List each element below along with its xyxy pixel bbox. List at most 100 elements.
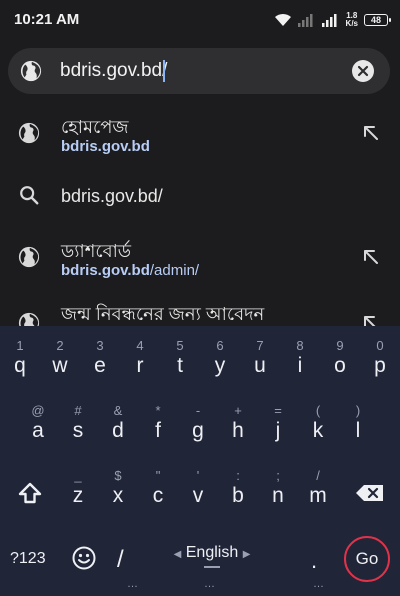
globe-icon [18,312,40,326]
key-more-dots: … [127,578,139,590]
emoji-icon[interactable] [72,546,96,570]
suggestion-url: bdris.gov.bd [61,138,150,155]
key-hint: 5 [176,338,184,353]
key-n[interactable]: ; n [258,461,298,519]
fill-arrow-icon[interactable] [362,124,380,142]
go-label: Go [355,549,379,568]
key-more-dots: … [204,578,216,590]
signal-icon [297,14,313,27]
key-f[interactable]: * f [138,396,178,454]
space-key[interactable]: ◀ English ▶ [162,534,262,580]
key-label: r [136,354,144,377]
battery-level: 48 [370,15,381,25]
key-b[interactable]: :b [218,461,258,519]
key-label: b [232,484,244,507]
symbols-key[interactable]: ?123 [10,550,46,568]
text-cursor [163,60,165,82]
key-t[interactable]: 5t [160,331,200,389]
key-c[interactable]: " c [138,461,178,519]
key-hint: @ [31,403,45,418]
suggestion-item-homepage[interactable]: হোমপেজ bdris.gov.bd [0,104,400,164]
shift-key[interactable] [10,461,50,519]
suggestion-item-birth-registration[interactable]: জন্ম নিবন্ধনের জন্য আবেদন [0,294,400,326]
key-w[interactable]: 2w [40,331,80,389]
key-i[interactable]: 8i [280,331,320,389]
key-g[interactable]: -g [178,396,218,454]
key-label: n [272,484,284,507]
address-bar[interactable] [8,48,390,94]
key-m[interactable]: / m [298,461,338,519]
key-label: s [72,419,84,442]
suggestion-item-search[interactable]: bdris.gov.bd/ [0,166,400,226]
key-z[interactable]: _ z [58,461,98,519]
key-label: f [155,419,161,442]
key-l[interactable]: ) l [338,396,378,454]
key-k[interactable]: (k [298,396,338,454]
suggestion-url-domain: bdris.gov.bd [61,138,150,155]
key-hint: = [274,403,282,418]
key-label: x [112,484,124,507]
network-speed: 1.8 K/s [346,12,358,28]
key-p[interactable]: 0p [360,331,400,389]
suggestion-title: bdris.gov.bd/ [61,186,163,206]
go-button[interactable]: Go [344,536,390,582]
key-r[interactable]: 4r [120,331,160,389]
key-hint: 1 [16,338,24,353]
key-hint: ( [315,403,321,418]
period-key[interactable]: . [311,548,317,574]
key-hint: ) [355,403,361,418]
key-hint: & [113,403,123,418]
key-y[interactable]: 6y [200,331,240,389]
key-hint: / [316,468,320,483]
battery-icon: 48 [364,14,391,26]
key-label: p [374,354,386,377]
key-e[interactable]: 3e [80,331,120,389]
key-v[interactable]: ' v [178,461,218,519]
key-hint: $ [114,468,122,483]
key-label: c [152,484,164,507]
key-u[interactable]: 7u [240,331,280,389]
key-hint: 9 [336,338,344,353]
key-hint: _ [74,468,82,483]
lang-left-arrow-icon: ◀ [173,549,182,560]
language-label: ◀ English ▶ [162,544,262,562]
key-hint: - [195,403,201,418]
fill-arrow-icon[interactable] [362,314,380,326]
key-x[interactable]: $ x [98,461,138,519]
clear-icon[interactable] [352,60,374,82]
key-label: k [312,419,324,442]
key-q[interactable]: 1q [0,331,40,389]
network-speed-unit: K/s [345,19,358,28]
key-hint: " [155,468,161,483]
key-a[interactable]: @ a [18,396,58,454]
key-s[interactable]: # s [58,396,98,454]
key-label: z [72,484,84,507]
key-label: e [94,354,106,377]
language-name: English [185,544,239,561]
suggestion-list: হোমপেজ bdris.gov.bd bdris.gov.bd/ ড্যাশব… [0,104,400,326]
key-o[interactable]: 9o [320,331,360,389]
space-bar-indicator [204,566,220,568]
suggestion-title: জন্ম নিবন্ধনের জন্য আবেদন [61,304,265,324]
key-label: q [14,354,26,377]
suggestion-item-dashboard[interactable]: ড্যাশবোর্ড bdris.gov.bd/admin/ [0,228,400,288]
key-hint: 6 [216,338,224,353]
backspace-key[interactable] [350,461,390,519]
key-hint: 8 [296,338,304,353]
suggestion-url-domain: bdris.gov.bd [61,262,150,279]
key-j[interactable]: = j [258,396,298,454]
key-hint: 7 [256,338,264,353]
key-h[interactable]: + h [218,396,258,454]
key-hint: * [155,403,161,418]
search-icon [20,186,39,205]
lang-right-arrow-icon: ▶ [242,549,251,560]
key-label: h [232,419,244,442]
wifi-icon [274,13,291,26]
fill-arrow-icon[interactable] [362,248,380,266]
key-d[interactable]: & d [98,396,138,454]
key-hint: 3 [96,338,104,353]
key-label: m [309,484,327,507]
key-hint: 0 [376,338,384,353]
slash-key[interactable]: / [117,546,124,574]
url-input[interactable] [60,59,340,83]
